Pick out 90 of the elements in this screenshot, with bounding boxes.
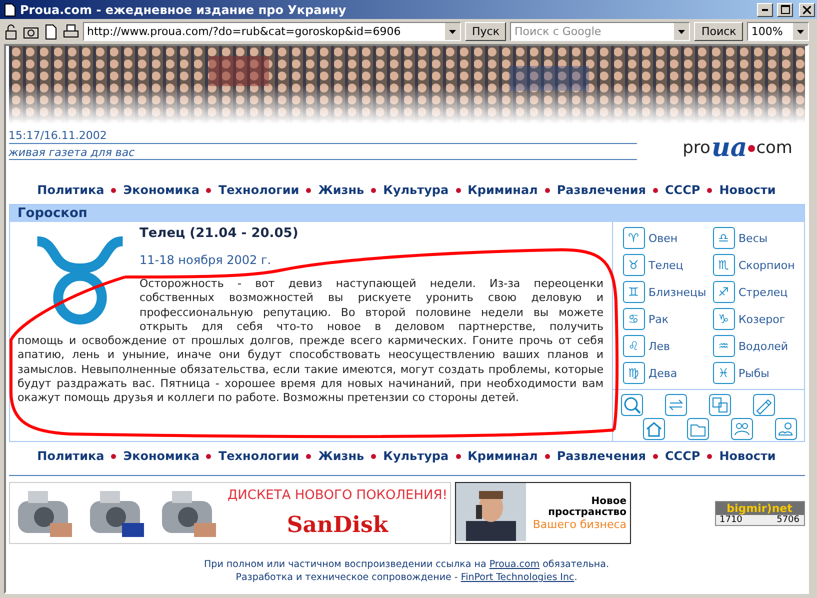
page-icon (4, 2, 16, 16)
section-header: Гороскоп (10, 205, 804, 222)
window-title: Proua.com - ежедневное издание про Украину (20, 2, 348, 16)
article-text: помощь и освобождение от прошлых долгов, прежде всего кармических. Гоните прочь от себя апатию, лень и уныние, иначе они будут способствовать неосуществлению ваших планов и замыслов. Невыполненные обязательства, если такие имеются, могут создать проблемы, которые будут раздражать вас. Пятница - хорошее время для новых начинаний, при необходимости вам окажут помощь друзья и коллеги по работе. Возможны претензии со стороны детей. (18, 334, 604, 406)
counter-value: 1710 (720, 514, 742, 524)
nav-link[interactable]: Развлечения (556, 449, 646, 463)
slogan: живая газета для вас (8, 146, 136, 159)
bullet-icon (206, 188, 212, 192)
bullet-icon (456, 188, 461, 192)
copyright-note: При полном или частичном воспроизведении ссылка на Proua.com обязательна. (204, 558, 609, 571)
printer-icon[interactable] (63, 24, 79, 40)
bullet-icon (371, 454, 376, 458)
nav-link[interactable]: Политика (37, 449, 104, 463)
zodiac-link[interactable]: ♌ Лев (622, 335, 712, 357)
page-icon[interactable] (43, 24, 59, 40)
zodiac-link[interactable]: ♎ Весы (712, 227, 802, 249)
bullet-icon (544, 454, 550, 458)
nav-link[interactable]: Новости (719, 183, 776, 197)
zodiac-link[interactable]: ♓ Рыбы (712, 362, 802, 384)
bullet-icon (206, 454, 212, 458)
developer-note: Разработка и техническое сопровождение - FinPort Technologies Inc. (236, 571, 578, 584)
nav-link[interactable]: СССР (665, 183, 700, 197)
lock-icon[interactable] (3, 24, 19, 40)
close-icon (803, 6, 811, 14)
bullet-icon (707, 454, 712, 458)
zoom-select[interactable]: 100% (747, 22, 810, 41)
ad-banner[interactable]: ДИСКЕТА НОВОГО ПОКОЛЕНИЯ! SanDisk (8, 482, 450, 544)
nav-link[interactable]: Технологии (218, 449, 300, 463)
zodiac-link[interactable]: ♐ Стрелец (712, 281, 802, 303)
nav-link[interactable]: Жизнь (318, 449, 364, 463)
ad-title: Новое пространство (547, 496, 626, 518)
bullet-icon (544, 188, 550, 192)
minimize-button[interactable] (757, 2, 773, 16)
ad-subtitle: Вашего бизнеса (532, 518, 626, 530)
visit-counter[interactable]: bigmir)net 1710 5706 (714, 500, 804, 526)
nav-link[interactable]: Криминал (468, 183, 538, 197)
ad-slogan: ДИСКЕТА НОВОГО ПОКОЛЕНИЯ! (227, 488, 448, 503)
zodiac-link[interactable]: ♋ Рак (622, 308, 712, 330)
nav-link[interactable]: Культура (383, 183, 449, 197)
bullet-icon (111, 454, 116, 458)
nav-link[interactable]: Экономика (123, 449, 200, 463)
pencil-icon[interactable] (752, 394, 774, 416)
go-button[interactable]: Пуск (465, 22, 506, 41)
zodiac-link[interactable]: ♏ Скорпион (712, 254, 802, 276)
nav-link[interactable]: Культура (383, 449, 449, 463)
article-text: Осторожность - вот девиз наступающей недели. Из-за переоценки собственных возможностей вы рискуете уронить свою деловую и профессиональную репутацию. Во второй половине недели вы можете открыть для себя что-то новое в деловом партнерстве, получить (140, 277, 604, 334)
nav-link[interactable]: Жизнь (318, 183, 364, 197)
home-icon[interactable] (642, 418, 664, 440)
nav-link[interactable]: Развлечения (556, 183, 646, 197)
bullet-icon (306, 188, 312, 192)
documents-icon[interactable] (708, 394, 730, 416)
search-field[interactable]: Поиск с Google (510, 22, 690, 41)
search-icon[interactable] (620, 394, 642, 416)
maximize-icon (780, 5, 790, 14)
date-time: 15:17/16.11.2002 (8, 130, 636, 144)
nav-link[interactable]: Криминал (468, 449, 538, 463)
folder-icon[interactable] (686, 418, 708, 440)
nav-link[interactable]: Новости (719, 449, 776, 463)
close-button[interactable] (799, 2, 815, 16)
article-title: Телец (21.04 - 20.05) (140, 226, 300, 241)
article-period: 11-18 ноября 2002 г. (140, 253, 272, 267)
zodiac-link[interactable]: ♑ Козерог (712, 308, 802, 330)
maximize-button[interactable] (777, 2, 793, 16)
nav-link[interactable]: Технологии (218, 183, 300, 197)
nav-link[interactable]: Политика (37, 183, 104, 197)
zodiac-link[interactable]: ♉ Телец (622, 254, 712, 276)
site-logo[interactable]: pro ua com (682, 128, 792, 168)
developer-link[interactable]: FinPort Technologies Inc (460, 572, 574, 583)
nav-link[interactable]: Экономика (123, 183, 200, 197)
search-button[interactable]: Поиск (694, 22, 744, 41)
bullet-icon (707, 188, 712, 192)
zodiac-link[interactable]: ♒ Водолей (712, 335, 802, 357)
zodiac-link[interactable]: ♍ Дева (622, 362, 712, 384)
address-field[interactable]: http://www.proua.com/?do=rub&cat=goroskop&id=6906 (83, 22, 461, 41)
bullet-icon (653, 454, 658, 458)
site-link[interactable]: Proua.com (489, 559, 540, 570)
ad-brand: SanDisk (286, 512, 388, 538)
people-icon[interactable] (730, 418, 752, 440)
ad-banner[interactable]: Новое пространство Вашего бизнеса (454, 482, 630, 544)
zodiac-link[interactable]: ♊ Близнецы (622, 281, 712, 303)
arrows-icon[interactable] (664, 394, 686, 416)
bullet-icon (371, 188, 376, 192)
bullet-icon (653, 188, 658, 192)
minimize-icon (762, 8, 768, 10)
bullet-icon (111, 188, 116, 192)
bullet-icon (306, 454, 312, 458)
zodiac-link[interactable]: ♈ Овен (622, 227, 712, 249)
bullet-icon (456, 454, 461, 458)
counter-value: 5706 (776, 514, 800, 524)
nav-link[interactable]: СССР (665, 449, 700, 463)
